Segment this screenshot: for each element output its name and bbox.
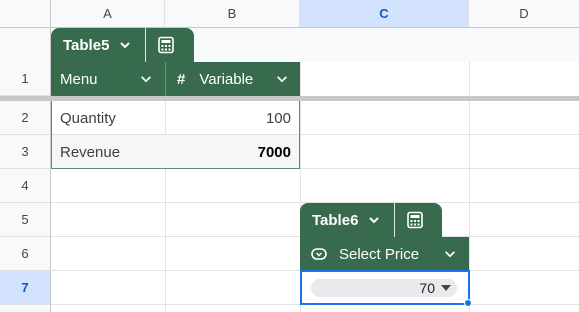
number-column-icon: # xyxy=(177,70,186,88)
column-header-a[interactable]: A xyxy=(51,0,165,28)
chevron-down-icon[interactable] xyxy=(139,72,153,86)
chevron-down-icon[interactable] xyxy=(366,212,382,228)
row-header-1[interactable]: 1 xyxy=(0,62,51,96)
select-all-corner[interactable] xyxy=(0,0,51,28)
fill-handle[interactable] xyxy=(464,299,472,307)
row-header-3[interactable]: 3 xyxy=(0,135,51,169)
table5-cell-menu[interactable]: Quantity xyxy=(51,101,165,135)
table6-tab[interactable]: Table6 xyxy=(300,203,442,237)
table6-name: Table6 xyxy=(312,211,359,229)
table6-column-header-select-price[interactable]: Select Price xyxy=(300,237,469,271)
chevron-down-icon[interactable] xyxy=(443,247,457,261)
header-divider xyxy=(165,62,166,96)
column-header-d[interactable]: D xyxy=(469,0,579,28)
tab-divider xyxy=(394,203,396,237)
chevron-down-icon[interactable] xyxy=(275,72,289,86)
column-header-label: Select Price xyxy=(339,245,420,263)
table5-tab[interactable]: Table5 xyxy=(51,28,194,62)
table5-cell-menu[interactable]: Revenue xyxy=(51,135,165,169)
chevron-down-icon[interactable] xyxy=(117,37,133,53)
dropdown-column-icon xyxy=(311,248,327,260)
column-header-c[interactable]: C xyxy=(300,0,469,28)
table5-column-header-menu[interactable]: Menu xyxy=(51,62,165,96)
active-cell-selection xyxy=(300,270,470,305)
table5-column-header-variable[interactable]: # Variable xyxy=(165,62,300,96)
table5-cell-variable[interactable]: 7000 xyxy=(165,135,300,169)
row-header-6[interactable]: 6 xyxy=(0,237,51,271)
row-header-2[interactable]: 2 xyxy=(0,101,51,135)
column-header-label: Menu xyxy=(60,70,98,88)
tab-divider xyxy=(145,28,147,62)
row-header-7[interactable]: 7 xyxy=(0,271,51,305)
row-header-8-partial xyxy=(0,305,51,312)
table-summary-icon[interactable] xyxy=(405,210,425,230)
table5-name: Table5 xyxy=(63,36,110,54)
row-header-spacer xyxy=(0,28,51,62)
column-header-b[interactable]: B xyxy=(165,0,300,28)
column-header-label: Variable xyxy=(199,70,254,88)
row-header-4[interactable]: 4 xyxy=(0,169,51,203)
table5-cell-variable[interactable]: 100 xyxy=(165,101,300,135)
table-summary-icon[interactable] xyxy=(156,35,176,55)
row-header-5[interactable]: 5 xyxy=(0,203,51,237)
